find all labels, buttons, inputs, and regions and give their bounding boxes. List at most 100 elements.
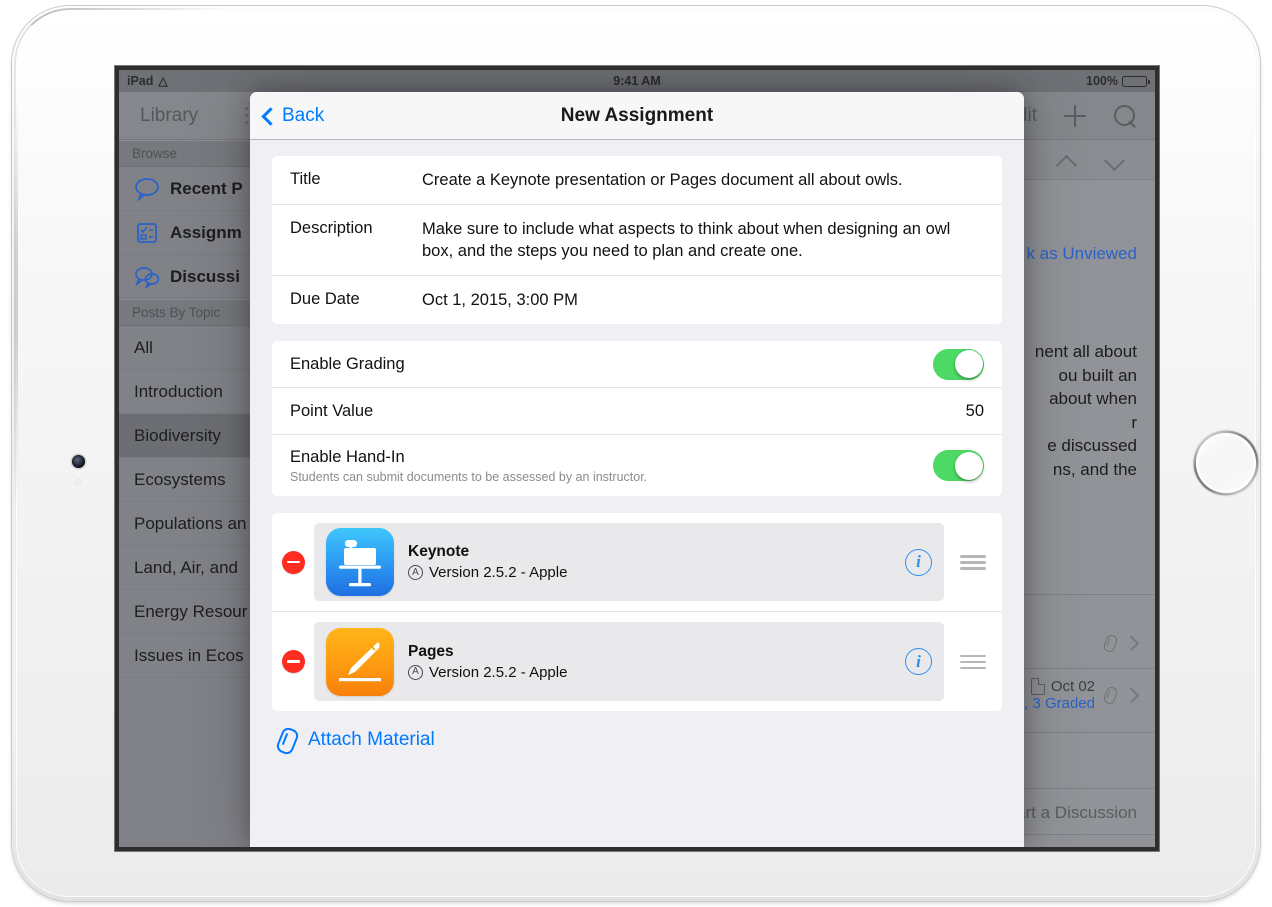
detail-body-line: about when xyxy=(1049,389,1137,408)
status-bar-time: 9:41 AM xyxy=(613,74,661,88)
start-discussion-button[interactable]: art a Discussion xyxy=(1016,803,1137,823)
setting-text: Enable Hand-In Students can submit docum… xyxy=(290,448,647,484)
reorder-handle-icon[interactable] xyxy=(960,552,988,572)
chevron-right-icon xyxy=(1123,635,1140,652)
attach-material-label: Attach Material xyxy=(308,729,435,750)
sidebar-topic-issues-in-ecos[interactable]: Issues in Ecos xyxy=(119,634,271,678)
field-row-description[interactable]: Description Make sure to include what as… xyxy=(272,205,1002,276)
detail-row-date: Oct 02 xyxy=(1050,678,1095,695)
field-row-title[interactable]: Title Create a Keynote presentation or P… xyxy=(272,156,1002,205)
sidebar-topic-introduction[interactable]: Introduction xyxy=(119,370,271,414)
description-field-value[interactable]: Make sure to include what aspects to thi… xyxy=(422,218,984,262)
setting-text: Enable Grading xyxy=(290,355,405,374)
assignment-settings-card: Enable Grading Point Value 50 Enable Han… xyxy=(272,341,1002,496)
sidebar-topic-energy-resources[interactable]: Energy Resour xyxy=(119,590,271,634)
home-button[interactable] xyxy=(1193,430,1259,496)
setting-row-enable-hand-in[interactable]: Enable Hand-In Students can submit docum… xyxy=(272,435,1002,496)
modal-navbar: Back New Assignment xyxy=(250,92,1024,140)
attachment-subtitle-wrap: A Version 2.5.2 - Apple xyxy=(408,564,891,581)
sidebar-item-discussions[interactable]: Discussi xyxy=(119,255,271,299)
app-store-icon: A xyxy=(408,664,423,680)
sidebar-header-posts-by-topic: Posts By Topic xyxy=(119,299,271,326)
attachment-title: Keynote xyxy=(408,543,470,560)
field-label: Title xyxy=(290,170,321,188)
status-bar-right: 100% xyxy=(1086,74,1151,88)
enable-grading-toggle[interactable] xyxy=(933,348,984,380)
app-store-icon: A xyxy=(408,565,423,580)
library-button[interactable]: Library xyxy=(140,105,198,127)
sidebar-item-label: Recent P xyxy=(170,178,243,198)
background-toolbar-right: Edit xyxy=(1004,104,1137,128)
reorder-handle-icon[interactable] xyxy=(960,652,988,672)
setting-text: Point Value xyxy=(290,402,373,421)
assignment-details-card: Title Create a Keynote presentation or P… xyxy=(272,156,1002,324)
ipad-screen: iPad △ 9:41 AM 100% Library Edit Browse xyxy=(119,70,1155,847)
mark-as-unviewed-button[interactable]: k as Unviewed xyxy=(1026,244,1137,264)
detail-body-text: nent all about ou built an about when r … xyxy=(1035,340,1137,481)
detail-row-graded[interactable]: Oct 02 , 3 Graded xyxy=(1024,678,1140,712)
search-icon[interactable] xyxy=(1113,104,1137,128)
sidebar-item-recent-posts[interactable]: Recent P xyxy=(119,167,271,211)
detail-timestamp: 2015, 1:19 PM xyxy=(1033,845,1137,847)
chevron-left-icon xyxy=(261,106,280,126)
title-field-value[interactable]: Create a Keynote presentation or Pages d… xyxy=(422,169,984,191)
sidebar-item-label: Discussi xyxy=(170,266,240,286)
paperclip-icon xyxy=(1103,634,1118,653)
modal-body: Title Create a Keynote presentation or P… xyxy=(250,140,1024,847)
setting-row-enable-grading[interactable]: Enable Grading xyxy=(272,341,1002,388)
device-rim-left xyxy=(14,86,18,506)
due-date-field-value[interactable]: Oct 1, 2015, 3:00 PM xyxy=(422,289,984,311)
back-button[interactable]: Back xyxy=(261,104,325,127)
minus-circle-icon[interactable] xyxy=(282,550,305,574)
speech-bubble-icon xyxy=(134,177,160,202)
chevron-up-icon[interactable] xyxy=(1057,152,1077,172)
detail-body-line: ou built an xyxy=(1058,365,1137,385)
attachment-subtitle: Version 2.5.2 - Apple xyxy=(429,564,568,581)
attachment-subtitle: Version 2.5.2 - Apple xyxy=(429,663,568,681)
plus-icon[interactable] xyxy=(1063,104,1087,128)
document-icon xyxy=(1030,678,1045,695)
field-row-due-date[interactable]: Due Date Oct 1, 2015, 3:00 PM xyxy=(272,276,1002,324)
attachments-card: Keynote A Version 2.5.2 - Apple i Pages … xyxy=(272,513,1002,711)
keynote-app-icon xyxy=(326,528,394,596)
detail-body-line: nent all about xyxy=(1034,342,1137,361)
checklist-icon xyxy=(134,221,160,245)
sidebar-topic-land-air[interactable]: Land, Air, and xyxy=(119,546,271,590)
detail-body-line: ns, and the xyxy=(1052,459,1137,479)
attachment-inner: Keynote A Version 2.5.2 - Apple i xyxy=(314,523,944,601)
setting-label: Point Value xyxy=(290,401,374,420)
sidebar-empty-space xyxy=(119,678,271,847)
attach-material-button[interactable]: Attach Material xyxy=(276,727,1002,753)
setting-row-point-value[interactable]: Point Value 50 xyxy=(272,388,1002,435)
back-button-label: Back xyxy=(282,104,325,126)
sidebar-topic-all[interactable]: All xyxy=(119,326,271,370)
sidebar-header-browse: Browse xyxy=(119,140,271,167)
minus-circle-icon[interactable] xyxy=(282,650,305,673)
enable-hand-in-toggle[interactable] xyxy=(933,450,984,481)
attachment-row-keynote[interactable]: Keynote A Version 2.5.2 - Apple i xyxy=(272,513,1002,612)
setting-label: Enable Hand-In xyxy=(290,447,405,466)
field-label: Due Date xyxy=(290,290,360,308)
sidebar-item-assignments[interactable]: Assignm xyxy=(119,211,271,255)
sidebar-topic-biodiversity[interactable]: Biodiversity xyxy=(119,414,271,458)
sidebar-item-label: Assignm xyxy=(170,222,242,242)
detail-body-line: e discussed xyxy=(1047,436,1137,455)
attachment-inner: Pages A Version 2.5.2 - Apple i xyxy=(314,622,944,701)
info-icon[interactable]: i xyxy=(905,548,932,576)
attachment-subtitle-wrap: A Version 2.5.2 - Apple xyxy=(408,664,891,681)
info-icon[interactable]: i xyxy=(905,648,932,675)
detail-row-attachment[interactable] xyxy=(1103,634,1140,653)
paperclip-icon xyxy=(1103,686,1118,705)
status-bar: iPad △ 9:41 AM 100% xyxy=(119,70,1155,92)
battery-percent-label: 100% xyxy=(1086,74,1118,88)
attachment-row-pages[interactable]: Pages A Version 2.5.2 - Apple i xyxy=(272,612,1002,711)
detail-row-status: , 3 Graded xyxy=(1024,695,1095,712)
chevron-down-icon[interactable] xyxy=(1105,152,1125,172)
sidebar-topic-ecosystems[interactable]: Ecosystems xyxy=(119,458,271,502)
point-value-field[interactable]: 50 xyxy=(966,402,984,421)
battery-icon xyxy=(1122,75,1151,87)
attachment-title: Pages xyxy=(408,642,454,660)
two-bubbles-icon xyxy=(134,265,160,289)
setting-sublabel: Students can submit documents to be asse… xyxy=(290,469,648,484)
sidebar-topic-populations[interactable]: Populations an xyxy=(119,502,271,546)
